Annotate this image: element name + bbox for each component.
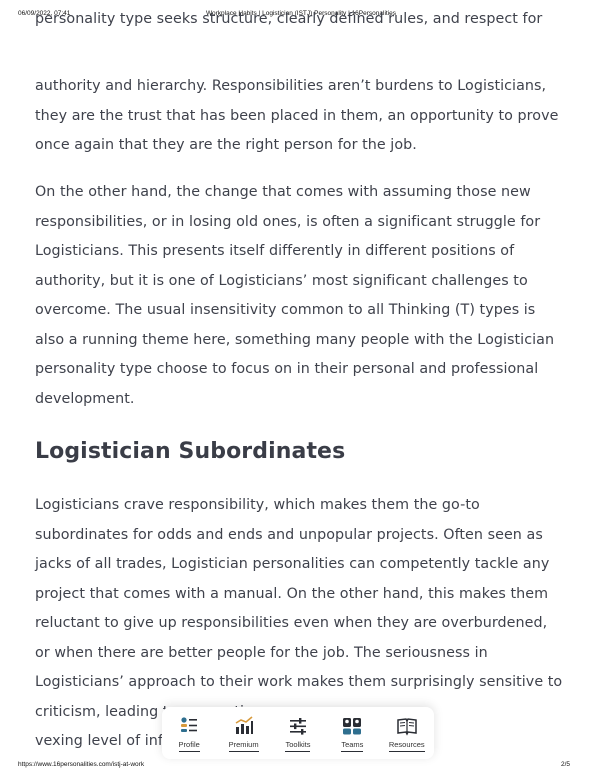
bottom-nav-bar: Profile Premium Toolkits Teams Resources xyxy=(162,707,434,759)
nav-item-profile[interactable]: Profile xyxy=(162,715,216,752)
sliders-icon xyxy=(289,718,306,735)
print-footer: https://www.16personalities.com/istj-at-… xyxy=(18,761,584,771)
cut-off-line: personality type seeks structure, clearl… xyxy=(35,12,565,36)
nav-item-teams[interactable]: Teams xyxy=(325,715,379,752)
teams-icon xyxy=(343,718,362,735)
cut-off-text: personality type seeks structure, clearl… xyxy=(35,12,543,27)
article-paragraph-1: authority and hierarchy. Responsibilitie… xyxy=(35,78,559,153)
nav-item-premium[interactable]: Premium xyxy=(217,715,271,752)
nav-item-toolkits[interactable]: Toolkits xyxy=(271,715,325,752)
profile-icon xyxy=(181,717,198,732)
print-url: https://www.16personalities.com/istj-at-… xyxy=(18,761,145,768)
nav-item-resources[interactable]: Resources xyxy=(380,715,434,752)
article-paragraph-2: On the other hand, the change that comes… xyxy=(35,184,555,407)
section-heading: Logistician Subordinates xyxy=(35,439,346,464)
book-icon xyxy=(397,718,417,736)
chart-icon xyxy=(235,716,253,734)
page-number: 2/5 xyxy=(560,761,570,768)
